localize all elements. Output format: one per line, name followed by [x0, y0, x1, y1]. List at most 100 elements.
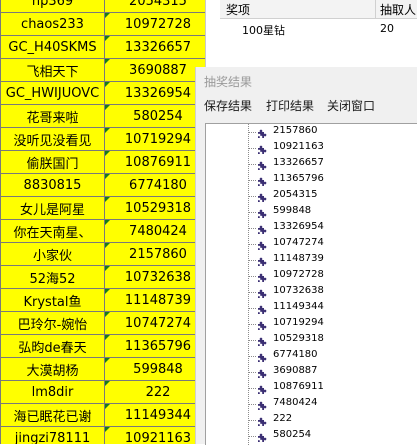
- result-id: 10719294: [273, 317, 324, 328]
- tree-node[interactable]: 10719294: [206, 316, 417, 332]
- table-row: lm8dir 222: [0, 380, 212, 404]
- prize-name: 100星钻: [242, 24, 285, 37]
- table-row: GC_H40SKMS 13326657: [0, 35, 212, 59]
- table-row: 大漠胡杨 599848: [0, 357, 212, 381]
- result-id: 11149344: [273, 301, 324, 312]
- prize-list-header: 奖项 抽取人: [220, 0, 417, 19]
- column-divider[interactable]: [375, 0, 376, 18]
- puzzle-piece-icon: [255, 238, 267, 250]
- close-window-menu[interactable]: 关闭窗口: [327, 97, 375, 114]
- tree-node[interactable]: 2054315: [206, 188, 417, 204]
- table-row: 偷朕国门 10876911: [0, 150, 212, 174]
- table-row: GC_HWIJUOVC 13326954: [0, 81, 212, 105]
- result-id: 13326657: [273, 157, 324, 168]
- table-row: Krystal鱼 11148739: [0, 288, 212, 312]
- table-row: chaos233 10972728: [0, 12, 212, 36]
- puzzle-piece-icon: [255, 270, 267, 282]
- name-cell[interactable]: 8830815: [0, 173, 105, 197]
- table-row: 你在天南星、 7480424: [0, 219, 212, 243]
- result-id: 580254: [273, 429, 312, 440]
- name-cell[interactable]: GC_HWIJUOVC: [0, 81, 105, 105]
- result-id: 2157860: [273, 125, 318, 136]
- tree-node[interactable]: 10529318: [206, 332, 417, 348]
- tree-node[interactable]: 599848: [206, 204, 417, 220]
- tree-node[interactable]: 7480424: [206, 396, 417, 412]
- prize-count: 20: [380, 22, 394, 35]
- name-cell[interactable]: 弘昀de春天: [0, 334, 105, 358]
- save-result-menu[interactable]: 保存结果: [204, 97, 252, 114]
- puzzle-piece-icon: [255, 190, 267, 202]
- name-cell[interactable]: 花哥来啦: [0, 104, 105, 128]
- result-id: 10972728: [273, 269, 324, 280]
- id-cell[interactable]: 10972728: [104, 12, 212, 36]
- puzzle-piece-icon: [255, 430, 267, 442]
- table-row: np369 2054315: [0, 0, 212, 13]
- tree-node[interactable]: 11149344: [206, 300, 417, 316]
- table-row: jingzi78111 10921163: [0, 426, 212, 444]
- id-cell[interactable]: 13326657: [104, 35, 212, 59]
- tree-node[interactable]: 10972728: [206, 268, 417, 284]
- puzzle-piece-icon: [255, 350, 267, 362]
- name-cell[interactable]: Krystal鱼: [0, 288, 105, 312]
- result-id: 10921163: [273, 141, 324, 152]
- name-cell[interactable]: np369: [0, 0, 105, 13]
- name-cell[interactable]: 大漠胡杨: [0, 357, 105, 381]
- puzzle-piece-icon: [255, 126, 267, 138]
- column-header-count[interactable]: 抽取人: [380, 1, 416, 18]
- name-cell[interactable]: 女儿是阿星: [0, 196, 105, 220]
- tree-node[interactable]: 580254: [206, 428, 417, 444]
- puzzle-piece-icon: [255, 318, 267, 330]
- tree-node[interactable]: 13326954: [206, 220, 417, 236]
- result-tree[interactable]: 2157860 10921163 13326657 11365796 2054315 59…: [205, 123, 417, 445]
- name-cell[interactable]: GC_H40SKMS: [0, 35, 105, 59]
- result-id: 10747274: [273, 237, 324, 248]
- name-cell[interactable]: 巴玲尔-婉怡: [0, 311, 105, 335]
- tree-node[interactable]: 222: [206, 412, 417, 428]
- result-id: 3690887: [273, 365, 318, 376]
- puzzle-piece-icon: [255, 222, 267, 234]
- tree-node[interactable]: 13326657: [206, 156, 417, 172]
- table-row: 飞相天下 3690887: [0, 58, 212, 82]
- tree-node[interactable]: 11365796: [206, 172, 417, 188]
- tree-node[interactable]: 10747274: [206, 236, 417, 252]
- result-id: 11365796: [273, 173, 324, 184]
- name-cell[interactable]: chaos233: [0, 12, 105, 36]
- tree-node[interactable]: 10921163: [206, 140, 417, 156]
- result-dialog: 抽奖结果 保存结果 打印结果 关闭窗口 2157860 10921163 13326…: [195, 67, 417, 445]
- id-cell[interactable]: 2054315: [104, 0, 212, 13]
- name-cell[interactable]: 没听见没看见: [0, 127, 105, 151]
- tree-node[interactable]: 10876911: [206, 380, 417, 396]
- name-cell[interactable]: 飞相天下: [0, 58, 105, 82]
- table-row: 巴玲尔-婉怡 10747274: [0, 311, 212, 335]
- tree-node[interactable]: 6774180: [206, 348, 417, 364]
- name-cell[interactable]: lm8dir: [0, 380, 105, 404]
- result-id: 222: [273, 413, 293, 424]
- name-cell[interactable]: 海已眠花已谢: [0, 403, 105, 427]
- spreadsheet-table: np369 2054315 chaos233 10972728 GC_H40SKMS 13…: [0, 0, 212, 444]
- tree-node[interactable]: 11148739: [206, 252, 417, 268]
- table-row: 没听见没看见 10719294: [0, 127, 212, 151]
- column-header-item[interactable]: 奖项: [226, 1, 250, 18]
- name-cell[interactable]: 小家伙: [0, 242, 105, 266]
- result-id: 11148739: [273, 253, 324, 264]
- print-result-menu[interactable]: 打印结果: [266, 97, 314, 114]
- spreadsheet-grid[interactable]: np369 2054315 chaos233 10972728 GC_H40SKMS 13…: [0, 0, 212, 444]
- name-cell[interactable]: jingzi78111: [0, 426, 105, 444]
- tree-node[interactable]: 2157860: [206, 124, 417, 140]
- tree-node[interactable]: 10732638: [206, 284, 417, 300]
- puzzle-piece-icon: [255, 254, 267, 266]
- puzzle-piece-icon: [255, 334, 267, 346]
- result-id: 10876911: [273, 381, 324, 392]
- result-id: 7480424: [273, 397, 318, 408]
- table-row: 8830815 6774180: [0, 173, 212, 197]
- name-cell[interactable]: 你在天南星、: [0, 219, 105, 243]
- name-cell[interactable]: 偷朕国门: [0, 150, 105, 174]
- prize-list: 奖项 抽取人 100星钻 20: [220, 0, 417, 68]
- result-id: 10529318: [273, 333, 324, 344]
- tree-node[interactable]: 3690887: [206, 364, 417, 380]
- puzzle-piece-icon: [255, 286, 267, 298]
- result-id: 599848: [273, 205, 312, 216]
- table-row: 小家伙 2157860: [0, 242, 212, 266]
- table-row: 花哥来啦 580254: [0, 104, 212, 128]
- name-cell[interactable]: 52海52: [0, 265, 105, 289]
